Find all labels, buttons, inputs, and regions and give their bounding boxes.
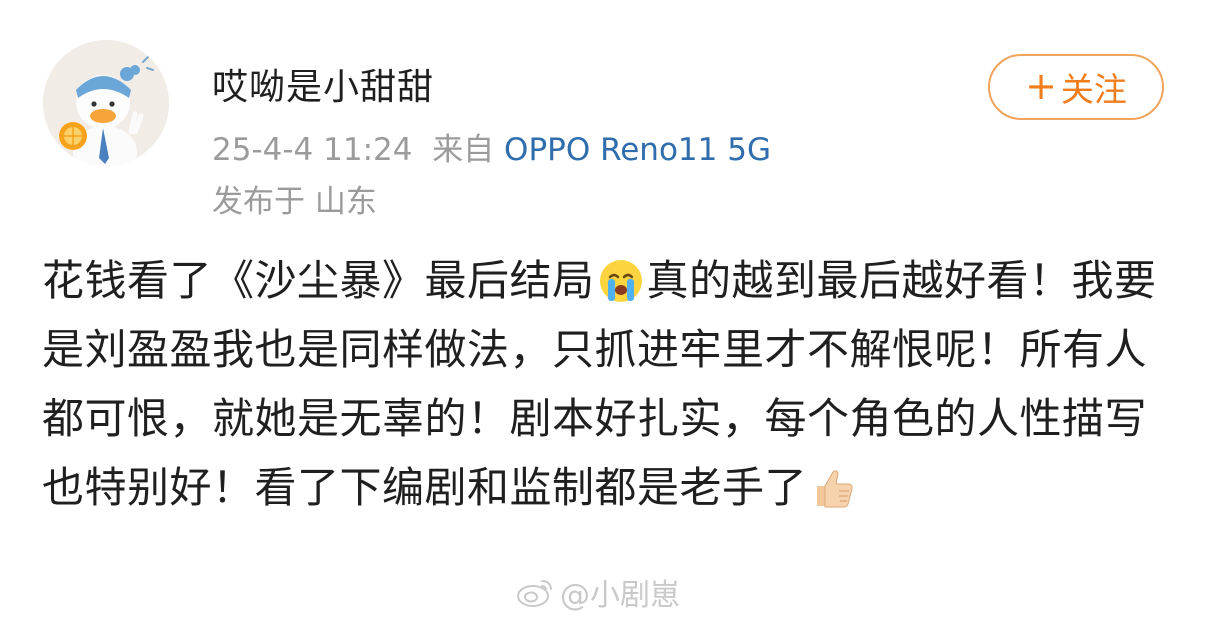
watermark-text: @小剧崽 [560, 578, 680, 613]
crying-face-emoji-icon [597, 256, 645, 304]
device-link[interactable]: OPPO Reno11 5G [504, 132, 771, 168]
source-prefix: 来自 [432, 132, 495, 168]
thumbs-up-emoji-icon [809, 463, 857, 511]
weibo-icon [517, 580, 552, 607]
content-text-part1: 花钱看了《沙尘暴》最后结局 [42, 256, 595, 305]
duck-avatar-icon [43, 40, 169, 166]
username[interactable]: 哎呦是小甜甜 [212, 58, 434, 110]
follow-button[interactable]: + 关注 [988, 54, 1164, 120]
post-meta: 25-4-4 11:24 来自 OPPO Reno11 5G [212, 124, 771, 169]
timestamp: 25-4-4 11:24 [212, 132, 413, 168]
plus-icon: + [1025, 63, 1057, 108]
post-content: 花钱看了《沙尘暴》最后结局 真的越到最后越好看！我要是刘盈盈我也是同样做法，只抓… [42, 246, 1167, 522]
follow-label: 关注 [1060, 70, 1127, 109]
watermark: @小剧崽 [516, 570, 680, 614]
post-location: 发布于 山东 [212, 184, 377, 220]
avatar[interactable] [43, 40, 169, 166]
